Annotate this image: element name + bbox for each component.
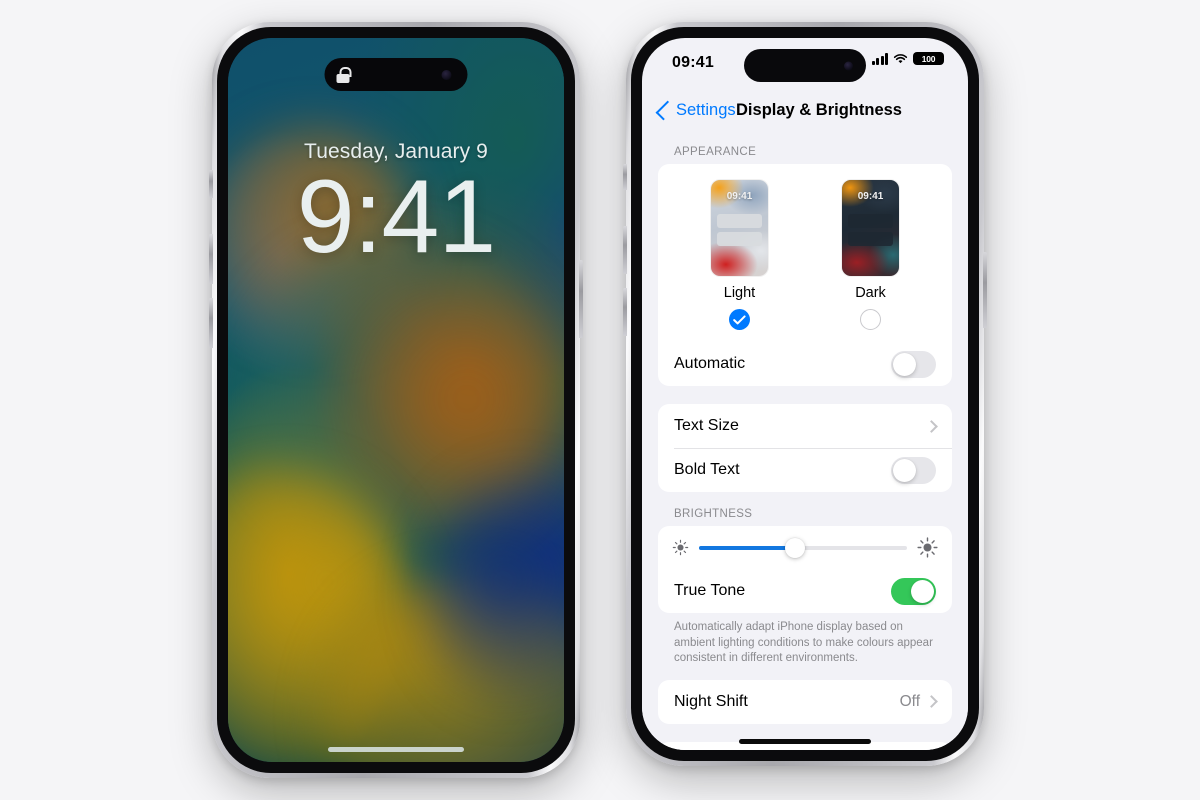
bold-text-toggle[interactable] [891,456,936,484]
bold-text-row[interactable]: Bold Text [658,448,952,492]
text-size-label: Text Size [674,417,739,434]
chevron-right-icon [925,419,938,433]
night-shift-card: Night Shift Off [658,679,952,724]
battery-indicator: 100 [913,52,944,65]
bold-text-label: Bold Text [674,461,740,478]
volume-up-button[interactable] [209,234,213,284]
brightness-high-icon [917,537,938,558]
status-bar-time: 09:41 [672,54,714,71]
settings-content[interactable]: APPEARANCE 09:41 Light 09:41 Dark Automa… [642,130,968,750]
front-camera-icon [844,61,853,70]
preview-widget-card [717,232,762,246]
iphone-lock-screen-device: Tuesday, January 9 9:41 [209,22,583,778]
volume-down-button[interactable] [209,298,213,348]
settings-phone-bezel: 09:41 100 Settings Display & Brightness … [631,27,979,761]
text-size-row[interactable]: Text Size [658,404,952,448]
appearance-option-light[interactable]: 09:41 Light [711,180,768,330]
brightness-section-header: BRIGHTNESS [674,508,753,520]
brightness-low-icon [672,539,689,556]
lock-phone-bezel: Tuesday, January 9 9:41 [217,27,575,773]
light-mode-preview[interactable]: 09:41 [711,180,768,276]
light-mode-label: Light [723,285,756,301]
chevron-right-icon [925,695,938,709]
checkmark-circle-icon[interactable] [729,309,750,330]
appearance-section-header: APPEARANCE [674,146,757,158]
status-bar-indicators: 100 [871,52,944,65]
silent-switch-button[interactable] [209,170,213,198]
brightness-track[interactable] [699,537,907,558]
status-bar: 09:41 100 [642,38,968,90]
home-indicator[interactable] [739,739,871,744]
iphone-settings-device: 09:41 100 Settings Display & Brightness … [623,22,987,766]
dark-mode-label: Dark [855,285,886,301]
brightness-fill [699,545,795,550]
dark-mode-preview[interactable]: 09:41 [842,180,899,276]
wifi-icon [893,53,908,63]
automatic-toggle[interactable] [891,350,936,378]
night-shift-value: Off [899,692,920,710]
lock-screen-display: Tuesday, January 9 9:41 [228,38,564,762]
brightness-knob[interactable] [784,537,805,558]
navigation-bar: Settings Display & Brightness [642,90,968,130]
back-button-settings[interactable]: Settings [655,100,736,120]
automatic-row[interactable]: Automatic [658,342,952,386]
power-button[interactable] [579,260,583,338]
true-tone-row[interactable]: True Tone [658,569,952,613]
dynamic-island [744,49,866,82]
preview-widget-card [848,214,893,228]
screenshot-canvas: Tuesday, January 9 9:41 09:41 100 Settin… [0,0,1200,800]
appearance-options: 09:41 Light 09:41 Dark [658,164,952,342]
home-indicator[interactable] [328,747,464,752]
front-camera-icon [441,69,452,80]
empty-circle-icon[interactable] [860,309,881,330]
night-shift-label: Night Shift [674,692,748,710]
appearance-card: 09:41 Light 09:41 Dark Automatic [658,164,952,386]
dynamic-island-lock [324,58,468,91]
text-settings-card: Text Size Bold Text [658,404,952,492]
settings-screen-display: 09:41 100 Settings Display & Brightness … [642,38,968,750]
back-button-label: Settings [676,100,736,119]
silent-switch-button-2[interactable] [623,164,627,190]
preview-widget-card [717,214,762,228]
true-tone-toggle[interactable] [891,577,936,605]
volume-down-button-2[interactable] [623,288,627,336]
true-tone-description: Automatically adapt iPhone display based… [674,621,933,665]
brightness-card: True Tone [658,526,952,613]
night-shift-row[interactable]: Night Shift Off [658,680,952,724]
light-preview-time: 09:41 [726,191,753,202]
brightness-slider-row[interactable] [658,526,952,569]
automatic-label: Automatic [674,355,746,372]
chevron-left-icon [655,100,676,120]
preview-widget-card [848,232,893,246]
power-button-2[interactable] [983,252,987,328]
lock-screen-time: 9:41 [296,159,496,275]
dark-preview-time: 09:41 [857,191,884,202]
volume-up-button-2[interactable] [623,226,627,274]
cellular-signal-icon [871,53,888,65]
true-tone-label: True Tone [674,582,746,599]
appearance-option-dark[interactable]: 09:41 Dark [842,180,899,330]
page-title: Display & Brightness [736,100,902,119]
lock-icon [336,66,351,83]
